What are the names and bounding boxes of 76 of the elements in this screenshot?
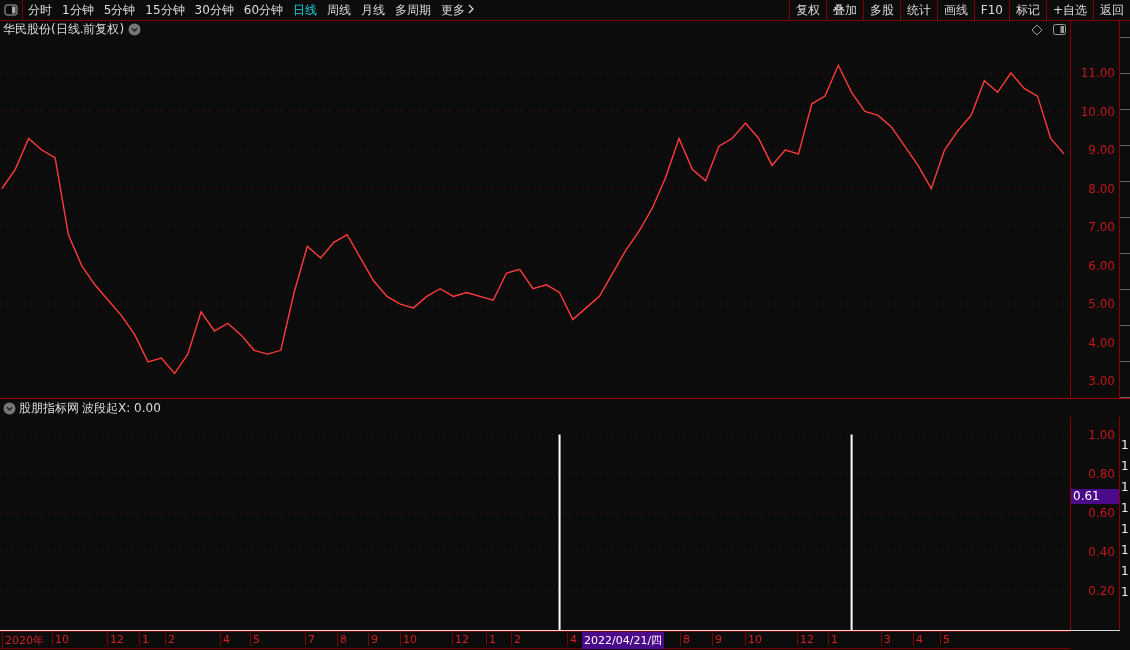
side-value: 1 — [1120, 523, 1130, 535]
axis-label: 3.00 — [1088, 374, 1115, 389]
toolbar-button[interactable]: 复权 — [788, 0, 826, 20]
toolbar-button[interactable]: 返回 — [1093, 0, 1130, 20]
dropdown-icon[interactable] — [3, 401, 16, 415]
date-label: 5 — [250, 633, 260, 646]
toolbar-button[interactable]: 统计 — [899, 0, 937, 20]
date-label: 12 — [797, 633, 814, 646]
toolbar-button[interactable]: F10 — [973, 0, 1009, 20]
date-label: 4 — [567, 633, 577, 646]
period-tab[interactable]: 分时 — [23, 0, 57, 20]
period-tab[interactable]: 5分钟 — [98, 0, 141, 20]
date-label: 2 — [165, 633, 175, 646]
period-tab[interactable]: 60分钟 — [238, 0, 289, 20]
date-label: 12 — [452, 633, 469, 646]
toolbar-button[interactable]: 画线 — [936, 0, 974, 20]
date-label: 10 — [400, 633, 417, 646]
toolbar-button[interactable]: 标记 — [1008, 0, 1046, 20]
axis-label: 9.00 — [1088, 143, 1115, 158]
axis-label: 0.40 — [1088, 544, 1115, 559]
date-label: 1 — [486, 633, 496, 646]
axis-label: 0.20 — [1088, 583, 1115, 598]
indicator-reading: 波段起X: 0.00 — [82, 399, 161, 417]
date-label: 10 — [745, 633, 762, 646]
chart-title: 华民股份(日线.前复权) — [3, 21, 125, 38]
axis-label: 6.00 — [1088, 258, 1115, 273]
period-tab[interactable]: 1分钟 — [57, 0, 99, 20]
date-label: 8 — [680, 633, 690, 646]
chevron-right-icon — [468, 3, 476, 14]
cursor-value-label: 0.61 — [1071, 488, 1119, 504]
axis-label: 8.00 — [1088, 181, 1115, 196]
dropdown-icon[interactable] — [128, 23, 142, 36]
date-label: 3 — [881, 633, 891, 646]
period-tab[interactable]: 15分钟 — [140, 0, 190, 20]
date-label: 1 — [828, 633, 838, 646]
date-label: 4 — [220, 633, 230, 646]
axis-label: 5.00 — [1088, 297, 1115, 312]
axis-label: 4.00 — [1088, 335, 1115, 350]
side-value: 1 — [1120, 502, 1130, 514]
date-label: 12 — [107, 633, 124, 646]
cursor-date-label: 2022/04/21/四 — [582, 632, 665, 649]
panel-icon — [4, 4, 18, 16]
side-value: 1 — [1120, 565, 1130, 577]
axis-label: 11.00 — [1080, 66, 1115, 81]
axis-label: 10.00 — [1080, 104, 1115, 119]
period-tab[interactable]: 日线 — [288, 0, 323, 20]
axis-label: 7.00 — [1088, 220, 1115, 235]
date-label: 5 — [940, 633, 950, 646]
period-tab[interactable]: 更多 — [436, 0, 481, 20]
axis-label: 0.80 — [1088, 466, 1115, 481]
indicator-name: 股朋指标网 — [19, 399, 79, 417]
date-label: 10 — [52, 633, 69, 646]
date-label: 1 — [139, 633, 149, 646]
period-tab[interactable]: 周线 — [322, 0, 357, 20]
side-value: 1 — [1120, 544, 1130, 556]
toolbar-button[interactable]: 多股 — [862, 0, 900, 20]
side-value: 1 — [1120, 460, 1130, 472]
date-label: 2020年 — [2, 633, 44, 648]
period-tab[interactable]: 月线 — [356, 0, 391, 20]
side-value: 1 — [1120, 586, 1130, 598]
period-tab[interactable]: 多周期 — [390, 0, 437, 20]
period-tab[interactable]: 30分钟 — [189, 0, 239, 20]
side-value: 1 — [1120, 481, 1130, 493]
side-value: 1 — [1120, 439, 1130, 451]
date-label: 9 — [368, 633, 378, 646]
date-label: 7 — [305, 633, 315, 646]
date-label: 4 — [913, 633, 923, 646]
date-label: 9 — [712, 633, 722, 646]
axis-label: 0.60 — [1088, 505, 1115, 520]
date-label: 2 — [511, 633, 521, 646]
date-label: 8 — [337, 633, 347, 646]
axis-label: 1.00 — [1088, 427, 1115, 442]
diamond-icon[interactable] — [1031, 23, 1043, 36]
toolbar-button[interactable]: 叠加 — [825, 0, 863, 20]
toolbar-button[interactable]: +自选 — [1045, 0, 1093, 20]
panel-icon[interactable] — [1053, 24, 1066, 35]
